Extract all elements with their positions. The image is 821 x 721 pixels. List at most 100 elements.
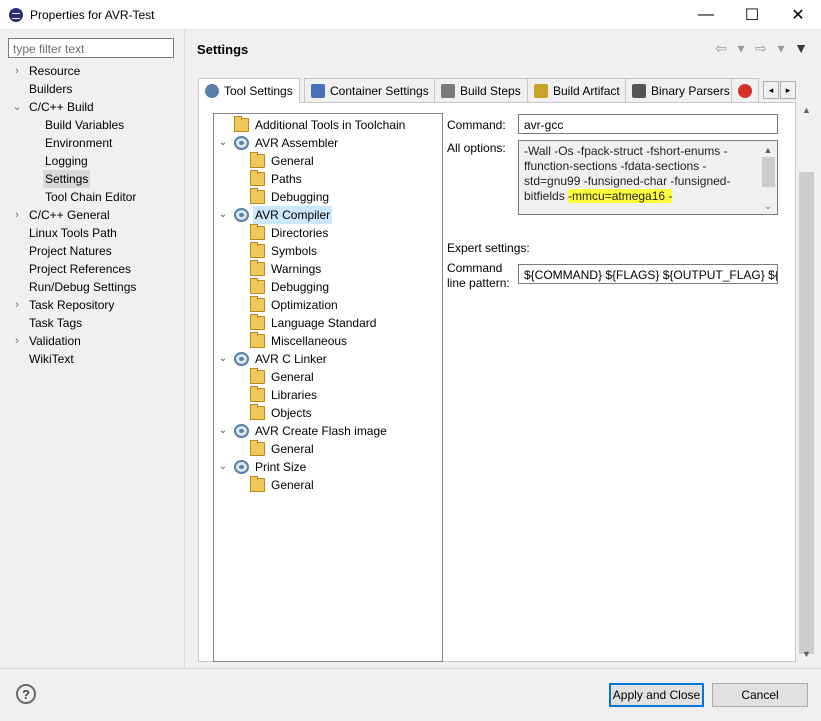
nav-item-label: Build Variables — [45, 118, 125, 132]
tree-item-label: AVR Assembler — [255, 136, 339, 150]
tree-item-label: AVR Compiler — [253, 206, 333, 224]
nav-item[interactable]: Task Tags — [8, 314, 184, 332]
nav-item[interactable]: WikiText — [8, 350, 184, 368]
maximize-button[interactable]: ☐ — [729, 0, 775, 30]
history-nav: ⇦ ▾ ⇨ ▾ ▼ — [713, 40, 809, 57]
scroll-up-icon[interactable]: ▲ — [760, 143, 776, 158]
expand-arrow-icon[interactable]: › — [12, 206, 22, 224]
tab-tool-settings[interactable]: Tool Settings — [198, 78, 300, 103]
tree-item-label: General — [271, 442, 314, 456]
back-arrow-icon[interactable]: ⇦ — [713, 40, 729, 57]
folder-icon — [250, 368, 265, 384]
nav-item[interactable]: ⌄ C/C++ Build — [8, 98, 184, 116]
expand-arrow-icon[interactable]: ⌄ — [218, 206, 228, 224]
nav-item-label: Project References — [29, 262, 132, 276]
tool-gear-icon — [234, 208, 249, 222]
all-options-line: bitfields -mmcu=atmega16 - — [524, 189, 759, 204]
tree-item-label: Print Size — [255, 460, 307, 474]
nav-item[interactable]: Logging — [8, 152, 184, 170]
forward-menu-icon[interactable]: ▾ — [773, 40, 789, 57]
tree-item-label: Language Standard — [271, 316, 377, 330]
nav-item-label: Logging — [45, 154, 88, 168]
tab-scroll-left[interactable]: ◂ — [763, 81, 779, 99]
tab-label: Binary Parsers — [651, 83, 730, 98]
pane-divider[interactable] — [184, 30, 185, 668]
scroll-down-icon[interactable]: ▼ — [798, 646, 815, 662]
expand-arrow-icon[interactable]: ⌄ — [218, 350, 228, 368]
tab-bar: Tool Settings Container Settings Build Ste… — [198, 78, 798, 103]
nav-item[interactable]: Project Natures — [8, 242, 184, 260]
tab-container-settings[interactable]: Container Settings — [304, 78, 436, 102]
container-icon — [311, 83, 325, 98]
minimize-button[interactable]: — — [683, 0, 729, 30]
nav-item[interactable]: Builders — [8, 80, 184, 98]
nav-item[interactable]: Environment — [8, 134, 184, 152]
tab-build-artifact[interactable]: Build Artifact — [527, 78, 627, 102]
tool-tree: Additional Tools in Toolchain ⌄ AVR Assemb… — [213, 113, 443, 662]
expand-arrow-icon[interactable]: ⌄ — [218, 458, 228, 476]
tree-item-label: Paths — [271, 172, 302, 186]
tab-scroll-right[interactable]: ▸ — [780, 81, 796, 99]
forward-arrow-icon[interactable]: ⇨ — [753, 40, 769, 57]
view-menu-icon[interactable]: ▼ — [793, 40, 809, 57]
property-nav: › Resource Builders ⌄ C/C++ Build Build Varia… — [8, 62, 184, 368]
build-steps-icon — [441, 83, 455, 98]
nav-item[interactable]: › Validation — [8, 332, 184, 350]
nav-item[interactable]: › Resource — [8, 62, 184, 80]
nav-item[interactable]: Project References — [8, 260, 184, 278]
scroll-up-icon[interactable]: ▲ — [798, 102, 815, 118]
expand-arrow-icon[interactable]: ⌄ — [218, 134, 228, 152]
back-menu-icon[interactable]: ▾ — [733, 40, 749, 57]
tab-binary-parsers[interactable]: Binary Parsers — [625, 78, 737, 102]
tool-settings-icon — [205, 84, 219, 98]
tree-item-label: Optimization — [271, 298, 338, 312]
nav-item[interactable]: › C/C++ General — [8, 206, 184, 224]
expand-arrow-icon[interactable]: ⌄ — [218, 422, 228, 440]
apply-and-close-button[interactable]: Apply and Close — [609, 683, 704, 707]
folder-icon — [250, 296, 265, 312]
nav-item[interactable]: Linux Tools Path — [8, 224, 184, 242]
command-label: Command: — [447, 118, 506, 132]
scroll-thumb[interactable] — [799, 172, 814, 654]
options-scrollbar[interactable]: ▲ ⌄ — [760, 142, 776, 213]
expert-settings-label: Expert settings: — [447, 241, 530, 255]
command-input[interactable]: avr-gcc — [518, 114, 778, 134]
expand-arrow-icon[interactable]: › — [12, 62, 22, 80]
all-options-textarea[interactable]: -Wall -Os -fpack-struct -fshort-enums - … — [518, 140, 778, 215]
tab-label: Container Settings — [330, 83, 429, 98]
tree-item-label: Libraries — [271, 388, 318, 402]
tree-item-label: Symbols — [271, 244, 318, 258]
build-artifact-icon — [534, 83, 548, 98]
folder-icon — [250, 278, 265, 294]
folder-icon — [250, 386, 265, 402]
folder-icon — [250, 476, 265, 492]
all-options-line: ffunction-sections -fdata-sections - — [524, 159, 707, 173]
tab-error-parsers[interactable] — [731, 78, 759, 102]
nav-item[interactable]: Settings — [8, 170, 184, 188]
expand-arrow-icon[interactable]: › — [12, 296, 22, 314]
nav-item[interactable]: › Task Repository — [8, 296, 184, 314]
scroll-down-icon[interactable]: ⌄ — [760, 199, 776, 214]
filter-input[interactable]: type filter text — [8, 38, 174, 58]
nav-item[interactable]: Run/Debug Settings — [8, 278, 184, 296]
mmcu-highlight: -mmcu=atmega16 - — [568, 189, 673, 203]
nav-item-label: Linux Tools Path — [29, 226, 117, 240]
all-options-line: std=gnu99 -funsigned-char -funsigned- — [524, 174, 731, 188]
help-icon[interactable]: ? — [16, 684, 36, 704]
close-button[interactable]: ✕ — [775, 0, 821, 30]
folder-icon — [234, 116, 249, 132]
panel-scrollbar[interactable]: ▲ ▼ — [798, 102, 815, 662]
cancel-button[interactable]: Cancel — [712, 683, 808, 707]
nav-item-label: C/C++ Build — [29, 100, 94, 114]
folder-icon — [250, 314, 265, 330]
nav-item[interactable]: Tool Chain Editor — [8, 188, 184, 206]
nav-item[interactable]: Build Variables — [8, 116, 184, 134]
expand-arrow-icon[interactable]: ⌄ — [12, 98, 22, 116]
nav-item-label: Settings — [43, 170, 91, 188]
expand-arrow-icon[interactable]: › — [12, 332, 22, 350]
scroll-thumb[interactable] — [762, 157, 775, 187]
tree-item-label: Warnings — [271, 262, 322, 276]
folder-icon — [250, 260, 265, 276]
tab-build-steps[interactable]: Build Steps — [434, 78, 528, 102]
command-pattern-input[interactable]: ${COMMAND} ${FLAGS} ${OUTPUT_FLAG} ${OUT… — [518, 264, 778, 284]
